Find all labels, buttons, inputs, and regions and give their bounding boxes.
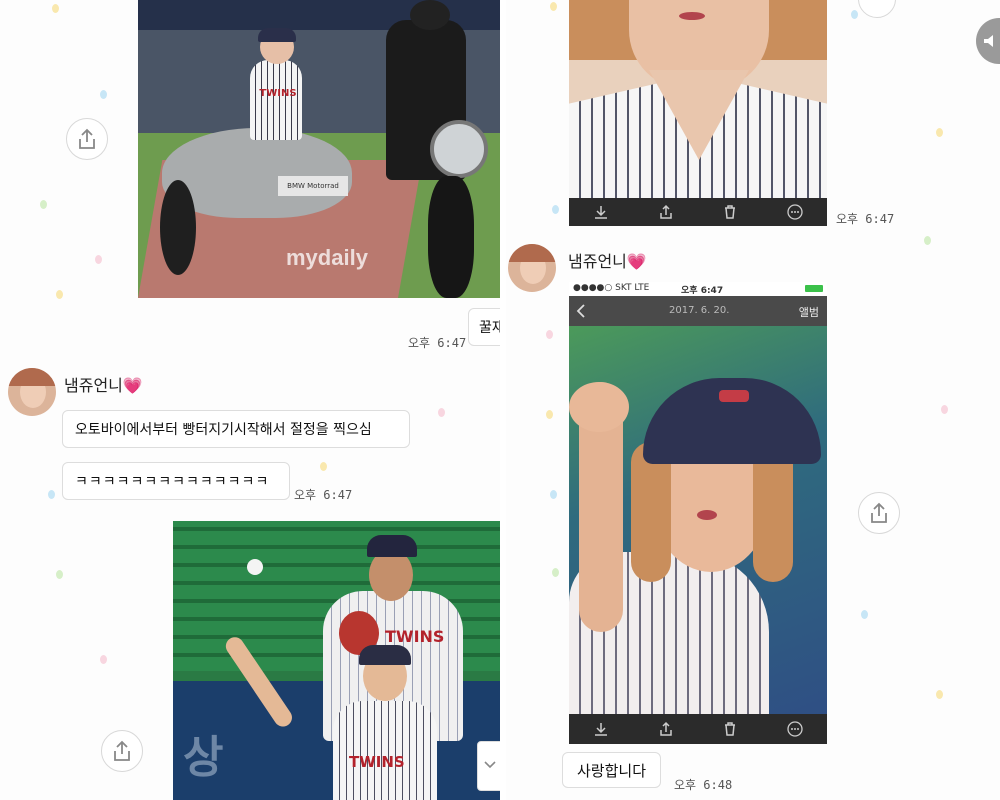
photo-closeup-top[interactable] xyxy=(569,0,827,198)
share-button[interactable] xyxy=(101,730,143,772)
cap-logo xyxy=(719,390,749,402)
photo-toolbar xyxy=(569,198,827,226)
download-icon[interactable] xyxy=(593,204,609,220)
status-time: 오후 6:47 xyxy=(681,286,724,296)
more-icon[interactable] xyxy=(787,204,803,220)
decor-dot xyxy=(320,462,327,471)
speaker-button[interactable] xyxy=(976,18,1000,64)
pitcher-lips xyxy=(697,510,717,520)
heart-icon: 💗 xyxy=(122,376,143,395)
chevron-down-icon xyxy=(484,761,496,769)
reply-bubble[interactable]: 사랑합니다 xyxy=(562,752,662,788)
decor-dot xyxy=(552,568,559,577)
album-date: 2017. 6. 20. xyxy=(669,305,730,316)
sidecar-wheel xyxy=(160,180,196,275)
share-button-partial[interactable] xyxy=(858,0,896,18)
message-bubble[interactable]: ㅋㅋㅋㅋㅋㅋㅋㅋㅋㅋㅋㅋㅋㅋ xyxy=(62,462,290,500)
photo-timestamp: 오후 6:47 xyxy=(836,212,895,226)
share-button[interactable] xyxy=(858,492,900,534)
pitcher-jersey-text: TWINS xyxy=(349,753,405,771)
photo-sidecar[interactable]: BMW Motorrad TWINS mydaily xyxy=(138,0,500,298)
right-chat-panel: 오후 6:47 냄쥬언니💗 ●●●●○ SKT LTE 오후 6:47 2017… xyxy=(506,0,1000,800)
share-icon xyxy=(79,128,95,149)
sender-name-text: 냄쥬언니 xyxy=(568,252,627,271)
banner-text: 상 xyxy=(183,732,224,783)
passenger-cap xyxy=(258,28,296,42)
message-timestamp: 오후 6:47 xyxy=(294,488,353,502)
catcher-cap xyxy=(367,535,417,557)
photo-toolbar xyxy=(569,714,827,744)
front-wheel xyxy=(428,176,474,298)
share-icon[interactable] xyxy=(658,204,674,220)
decor-dot xyxy=(438,408,445,417)
rider-helmet xyxy=(410,0,450,30)
photo-phone-screenshot[interactable]: ●●●●○ SKT LTE 오후 6:47 2017. 6. 20. 앨범 xyxy=(569,282,827,714)
decor-dot xyxy=(40,200,47,209)
decor-dot xyxy=(936,128,943,137)
avatar-hair xyxy=(508,244,556,262)
decor-dot xyxy=(936,690,943,699)
decor-dot xyxy=(550,490,557,499)
decor-dot xyxy=(861,610,868,619)
decor-dot xyxy=(552,205,559,214)
share-icon xyxy=(114,740,130,761)
album-header: 2017. 6. 20. 앨범 xyxy=(569,296,827,326)
pitcher-cap xyxy=(359,645,411,665)
decor-dot xyxy=(56,290,63,299)
watermark: mydaily xyxy=(286,245,368,270)
sent-timestamp: 오후 6:47 xyxy=(408,336,467,350)
battery-icon xyxy=(805,285,823,292)
share-icon xyxy=(871,502,887,523)
back-arrow-icon[interactable] xyxy=(575,303,587,319)
decor-dot xyxy=(546,330,553,339)
message-text: ㅋㅋㅋㅋㅋㅋㅋㅋㅋㅋㅋㅋㅋㅋ xyxy=(75,474,270,490)
sidecar-label: BMW Motorrad xyxy=(278,176,348,196)
decor-dot xyxy=(48,490,55,499)
decor-dot xyxy=(550,2,557,11)
message-text: 오토바이에서부터 빵터지기시작해서 절정을 찍으심 xyxy=(75,422,372,438)
decor-dot xyxy=(56,570,63,579)
share-icon[interactable] xyxy=(658,721,674,737)
decor-dot xyxy=(95,255,102,264)
share-button[interactable] xyxy=(66,118,108,160)
status-bar: ●●●●○ SKT LTE 오후 6:47 xyxy=(569,282,827,296)
sender-name-text: 냄쥬언니 xyxy=(64,376,123,395)
scroll-to-bottom-tab[interactable] xyxy=(477,741,500,791)
decor-dot xyxy=(546,410,553,419)
baseball xyxy=(247,559,263,575)
lips xyxy=(679,12,705,20)
trash-icon[interactable] xyxy=(722,204,738,220)
sent-bubble[interactable]: 꿀재 xyxy=(468,308,500,346)
decor-dot xyxy=(100,90,107,99)
pitcher-fist xyxy=(569,382,629,432)
more-icon[interactable] xyxy=(787,721,803,737)
decor-dot xyxy=(941,405,948,414)
pitcher-jersey xyxy=(333,701,437,800)
sender-avatar[interactable] xyxy=(8,368,56,416)
jersey-text: TWINS xyxy=(259,88,297,99)
decor-dot xyxy=(52,4,59,13)
sender-name: 냄쥬언니💗 xyxy=(568,248,647,272)
album-link[interactable]: 앨범 xyxy=(799,304,819,320)
heart-icon: 💗 xyxy=(626,252,647,271)
decor-dot xyxy=(100,655,107,664)
speaker-icon xyxy=(984,35,993,47)
photo-pitch[interactable]: 상 TWINS TWINS xyxy=(173,521,500,800)
reply-timestamp: 오후 6:48 xyxy=(674,778,733,792)
decor-dot xyxy=(924,236,931,245)
catcher-jersey-text: TWINS xyxy=(385,627,445,646)
carrier-text: ●●●●○ SKT LTE xyxy=(573,283,650,293)
headlight xyxy=(430,120,488,178)
avatar-hair xyxy=(8,368,56,386)
left-chat-panel: BMW Motorrad TWINS mydaily 꿀재 오후 6:47 냄쥬… xyxy=(0,0,500,800)
download-icon[interactable] xyxy=(593,721,609,737)
reply-text: 사랑합니다 xyxy=(577,761,647,780)
message-bubble[interactable]: 오토바이에서부터 빵터지기시작해서 절정을 찍으심 xyxy=(62,410,410,448)
trash-icon[interactable] xyxy=(722,721,738,737)
sender-name: 냄쥬언니💗 xyxy=(64,372,143,396)
sender-avatar[interactable] xyxy=(508,244,556,292)
sent-bubble-text: 꿀재 xyxy=(479,320,500,336)
decor-dot xyxy=(851,10,858,19)
